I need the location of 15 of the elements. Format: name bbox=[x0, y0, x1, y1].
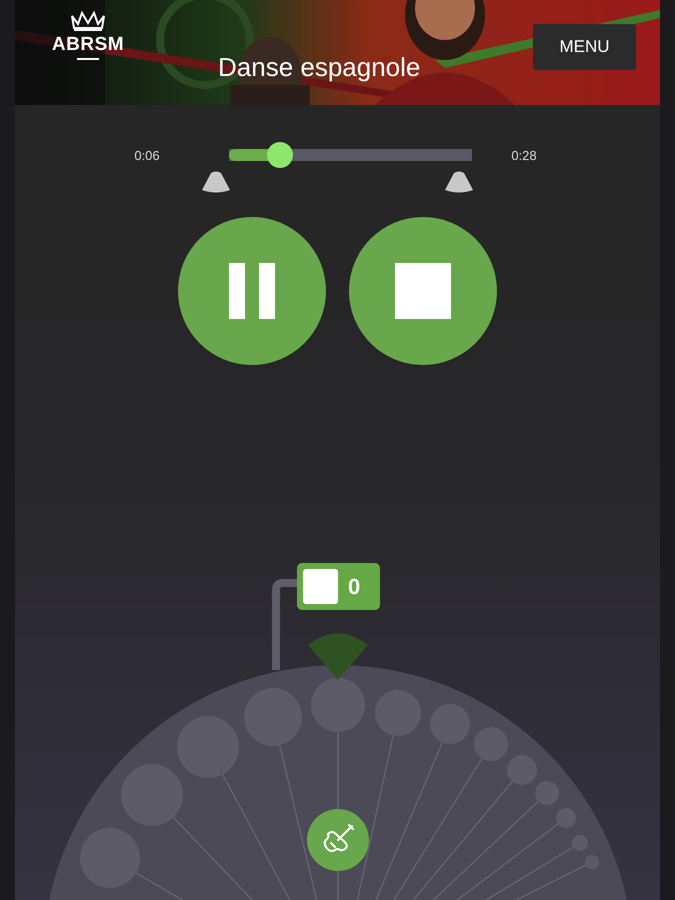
progress-thumb[interactable] bbox=[267, 142, 294, 168]
elapsed-time: 0:06 bbox=[133, 148, 161, 162]
underline-icon bbox=[77, 58, 99, 61]
menu-button[interactable]: MENU bbox=[533, 24, 636, 70]
counter-square-icon bbox=[303, 569, 338, 604]
loop-marker-icon[interactable] bbox=[201, 171, 231, 193]
loop-marker-icon[interactable] bbox=[444, 171, 474, 193]
counter-value: 0 bbox=[348, 574, 360, 600]
pause-icon bbox=[229, 263, 275, 319]
song-title: Danse espagnole bbox=[218, 52, 420, 83]
total-time: 0:28 bbox=[510, 148, 538, 162]
stop-icon bbox=[395, 263, 451, 319]
pointer-icon bbox=[308, 634, 368, 680]
logo-text: ABRSM bbox=[52, 34, 124, 56]
crown-icon bbox=[70, 10, 106, 32]
